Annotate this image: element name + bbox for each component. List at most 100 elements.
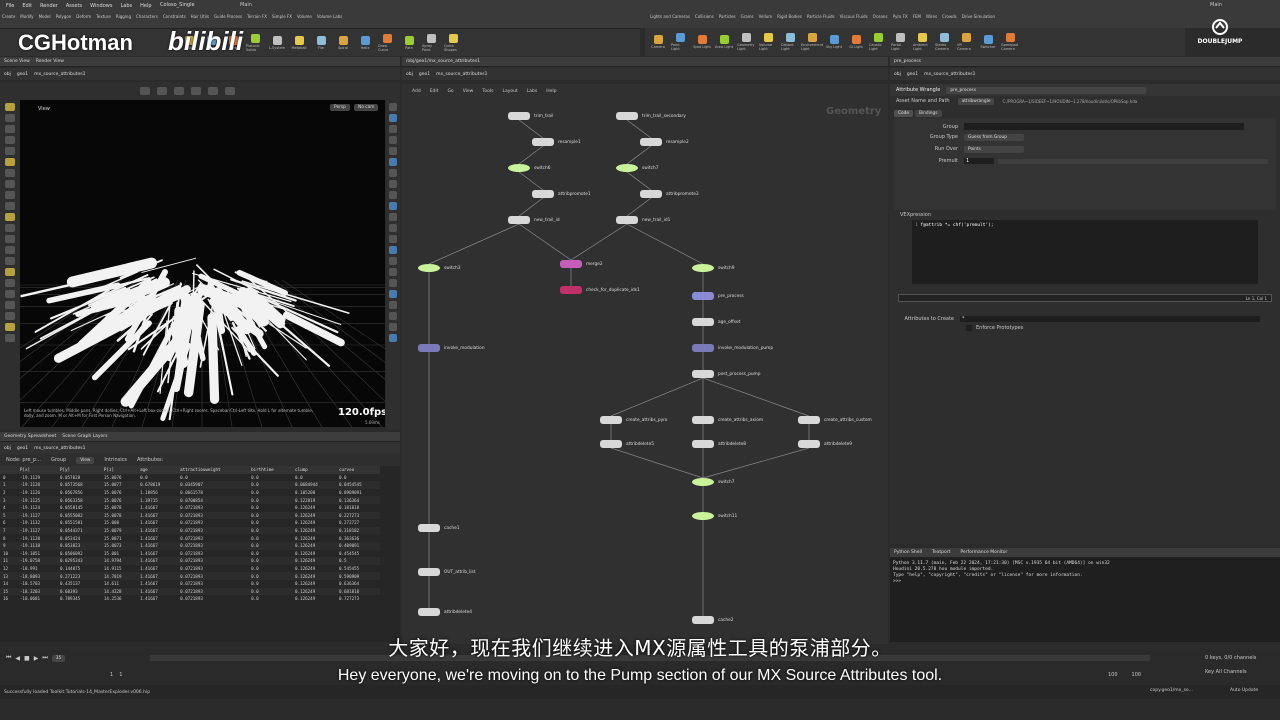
network-node[interactable]: cache1 — [418, 524, 459, 532]
python-shell[interactable]: Python Shell Textport Performance Monito… — [890, 548, 1280, 642]
desktop-selector[interactable]: Coloso_Single — [160, 2, 195, 8]
shelf-tool[interactable]: Quick Shapes — [444, 33, 462, 52]
shelf-tab[interactable]: Drive Simulation — [962, 14, 995, 19]
shelf-tab[interactable]: Hair Utils — [191, 14, 209, 19]
shelf-tool[interactable]: Path — [400, 35, 418, 50]
display-option-icon[interactable] — [389, 114, 397, 122]
network-node[interactable]: switch3 — [418, 264, 460, 272]
display-option-icon[interactable] — [389, 279, 397, 287]
shelf-tab[interactable]: Terrain FX — [247, 14, 267, 19]
shelf-tab[interactable]: Particles — [719, 14, 736, 19]
display-option-icon[interactable] — [389, 301, 397, 309]
shelf-tab[interactable]: Polygon — [56, 14, 72, 19]
shelf-tab[interactable]: Guide Process — [214, 14, 242, 19]
network-node[interactable]: pre_process — [692, 292, 744, 300]
viewport-tool-icon[interactable] — [140, 87, 150, 95]
viewport-tool-icon[interactable] — [5, 125, 15, 133]
network-node[interactable]: attribdelete9 — [798, 440, 852, 448]
shelf-tool[interactable]: Geometry Light — [737, 33, 755, 51]
display-option-icon[interactable] — [389, 312, 397, 320]
viewport-tool-icon[interactable] — [5, 114, 15, 122]
menu-assets[interactable]: Assets — [66, 3, 82, 9]
shelf-tool[interactable]: Point Light — [671, 33, 689, 51]
network-node[interactable]: attribdelete4 — [418, 608, 472, 616]
shelf-tool[interactable]: Metaball — [290, 35, 308, 50]
tab-code[interactable]: Code — [894, 109, 914, 117]
auto-update-menu[interactable]: Auto Update — [1230, 688, 1258, 693]
path-geo1[interactable]: geo1 — [17, 72, 28, 77]
tab-textport[interactable]: Textport — [932, 550, 950, 555]
path-geo1[interactable]: geo1 — [907, 72, 918, 77]
tab-bindings[interactable]: Bindings — [915, 109, 942, 117]
viewport-tool-icon[interactable] — [5, 191, 15, 199]
shelf-tab[interactable]: Volume Labs — [317, 14, 342, 19]
path-node[interactable]: mx_source_attributes1 — [34, 72, 85, 77]
run-over-select[interactable]: Points — [964, 145, 1024, 153]
display-option-icon[interactable] — [389, 257, 397, 265]
viewport-tool-icon[interactable] — [5, 257, 15, 265]
intrinsics-label[interactable]: Intrinsics — [104, 457, 127, 463]
shelf-tab[interactable]: Volume — [297, 14, 312, 19]
shelf-tool[interactable]: Camera — [649, 35, 667, 49]
tab-python-shell[interactable]: Python Shell — [894, 550, 922, 555]
shelf-tool[interactable]: Gamepad Camera — [1001, 33, 1019, 51]
display-option-icon[interactable] — [389, 202, 397, 210]
display-option-icon[interactable] — [389, 334, 397, 342]
viewport-tool-icon[interactable] — [5, 312, 15, 320]
display-option-icon[interactable] — [389, 213, 397, 221]
network-node[interactable]: merge2 — [560, 260, 603, 268]
display-option-icon[interactable] — [389, 169, 397, 177]
display-option-icon[interactable] — [389, 323, 397, 331]
shelf-tool[interactable]: L-System — [268, 35, 286, 50]
network-node[interactable]: attribpromote1 — [532, 190, 591, 198]
shelf-tool[interactable]: Helix — [356, 35, 374, 50]
column-header[interactable]: age — [137, 466, 178, 474]
viewport-tool-icon[interactable] — [208, 87, 218, 95]
viewport-tool-icon[interactable] — [5, 290, 15, 298]
premult-field[interactable]: 1 — [964, 158, 994, 164]
column-header[interactable]: attractiouweight — [177, 466, 249, 474]
tab-render-view[interactable]: Render View — [36, 59, 64, 64]
attr-create-field[interactable]: * — [960, 315, 1260, 322]
viewport-tool-icon[interactable] — [5, 268, 15, 276]
network-node[interactable]: check_for_duplicate_ids1 — [560, 286, 640, 294]
network-node[interactable]: attribdelete8 — [692, 440, 746, 448]
viewport-tool-icon[interactable] — [5, 202, 15, 210]
premult-slider[interactable] — [998, 158, 1268, 164]
shelf-tab[interactable]: Deform — [76, 14, 91, 19]
path-obj[interactable]: obj — [894, 72, 901, 77]
shelf-tool[interactable]: Switcher — [979, 35, 997, 49]
column-header[interactable]: clump — [292, 466, 336, 474]
shelf-tab[interactable]: Particle Fluids — [807, 14, 835, 19]
viewport-tool-icon[interactable] — [5, 136, 15, 144]
shelf-tab[interactable]: Crowds — [942, 14, 957, 19]
group-type-select[interactable]: Guess from Group — [964, 133, 1024, 141]
display-option-icon[interactable] — [389, 158, 397, 166]
shelf-tool[interactable]: Spray Paint — [422, 33, 440, 52]
vex-code-editor[interactable]: 1 f@attrib *= chf('premult'); — [912, 220, 1258, 284]
column-header[interactable]: curveu — [335, 466, 380, 474]
shelf-tab[interactable]: Modify — [20, 14, 33, 19]
asset-name-field[interactable]: attribwrangle — [957, 97, 995, 105]
shelf-tab[interactable]: Rigid Bodies — [777, 14, 802, 19]
viewport-tool-icon[interactable] — [5, 180, 15, 188]
network-editor[interactable]: Add Edit Go View Tools Layout Labs Help Geometr… — [402, 84, 888, 644]
path-obj[interactable]: obj — [4, 72, 11, 77]
display-option-icon[interactable] — [389, 180, 397, 188]
viewport-tool-icon[interactable] — [174, 87, 184, 95]
shelf-tab[interactable]: Rigging — [116, 14, 131, 19]
shelf-tab[interactable]: Oceans — [873, 14, 888, 19]
shelf-tab[interactable]: Vellum — [759, 14, 773, 19]
network-node[interactable]: create_attribs_pyro — [600, 416, 667, 424]
shelf-tool[interactable]: Sky Light — [825, 35, 843, 49]
shelf-tool[interactable]: Spiral — [334, 35, 352, 50]
path-geo1[interactable]: geo1 — [17, 446, 28, 451]
network-node[interactable]: switch11 — [692, 512, 737, 520]
viewport-tool-icon[interactable] — [5, 323, 15, 331]
network-node[interactable]: create_attribs_custom — [798, 416, 872, 424]
enforce-checkbox[interactable] — [966, 325, 972, 331]
persp-menu[interactable]: Persp — [330, 104, 350, 111]
display-option-icon[interactable] — [389, 103, 397, 111]
display-option-icon[interactable] — [389, 268, 397, 276]
tab-geometry-spreadsheet[interactable]: Geometry Spreadsheet — [4, 434, 56, 439]
